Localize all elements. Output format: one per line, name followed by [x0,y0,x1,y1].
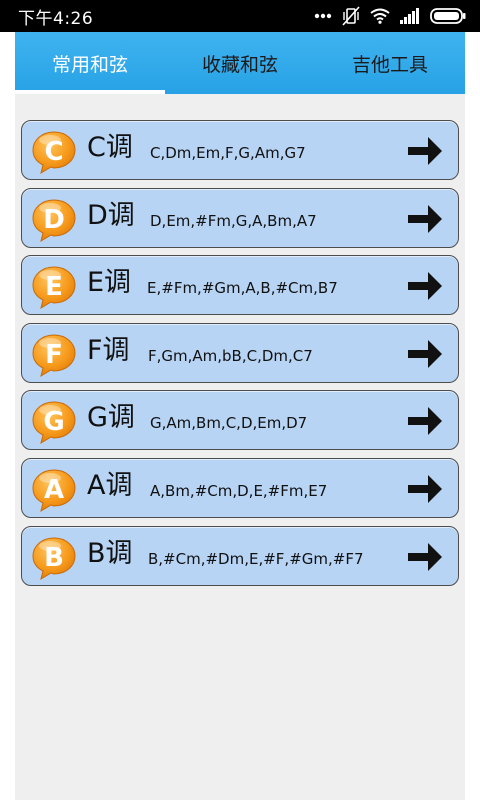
badge-letter: C [44,137,63,167]
tab-bar: 常用和弦 收藏和弦 吉他工具 [15,32,465,94]
right-arrow-icon[interactable] [406,337,444,371]
right-arrow-icon[interactable] [406,404,444,438]
key-letter-badge-icon: B [30,535,78,581]
badge-letter: D [43,205,65,235]
more-dots-icon [314,13,332,19]
key-row-d[interactable]: D D调 D,Em,#Fm,G,A,Bm,A7 [21,187,459,248]
right-arrow-icon[interactable] [406,269,444,303]
key-letter-badge-icon: F [30,332,78,378]
key-row-b[interactable]: B B调 B,#Cm,#Dm,E,#F,#Gm,#F7 [21,525,459,586]
key-letter-badge-icon: E [30,264,78,310]
badge-letter: A [44,475,64,505]
signal-icon [400,8,420,24]
badge-letter: G [43,407,64,437]
key-letter-badge-icon: C [30,129,78,175]
key-row-a[interactable]: A A调 A,Bm,#Cm,D,E,#Fm,E7 [21,458,459,518]
tab-favorite-chords[interactable]: 收藏和弦 [165,32,315,94]
key-chords: D,Em,#Fm,G,A,Bm,A7 [150,211,317,230]
key-chords: B,#Cm,#Dm,E,#F,#Gm,#F7 [148,549,364,568]
key-chords: E,#Fm,#Gm,A,B,#Cm,B7 [147,279,338,298]
badge-letter: B [44,543,64,573]
battery-icon [430,8,466,24]
key-name: E调 [87,267,132,299]
key-letter-badge-icon: A [30,467,78,513]
key-letter-badge-icon: G [30,399,78,445]
key-chords: C,Dm,Em,F,G,Am,G7 [150,144,306,162]
tab-guitar-tools[interactable]: 吉他工具 [315,32,465,94]
key-row-f[interactable]: F F调 F,Gm,Am,bB,C,Dm,C7 [21,322,459,383]
muted-vibrate-icon [342,6,360,26]
badge-letter: E [45,272,63,302]
right-arrow-icon[interactable] [406,472,444,506]
key-name: B调 [87,537,133,569]
key-chords: G,Am,Bm,C,D,Em,D7 [150,414,308,433]
key-name: C调 [87,132,133,163]
key-row-e[interactable]: E E调 E,#Fm,#Gm,A,B,#Cm,B7 [21,255,459,316]
status-bar: 下午4:26 [0,0,480,32]
key-row-c[interactable]: C C调 C,Dm,Em,F,G,Am,G7 [21,120,459,180]
right-arrow-icon[interactable] [406,540,444,574]
key-name: F调 [87,334,130,366]
right-arrow-icon[interactable] [406,134,444,168]
key-row-g[interactable]: G G调 G,Am,Bm,C,D,Em,D7 [21,390,459,451]
tab-common-chords[interactable]: 常用和弦 [15,32,165,94]
key-chords: F,Gm,Am,bB,C,Dm,C7 [148,346,313,365]
badge-letter: F [45,340,63,370]
key-name: G调 [87,402,135,434]
key-chords: A,Bm,#Cm,D,E,#Fm,E7 [150,482,328,500]
key-name: A调 [87,470,133,501]
key-letter-badge-icon: D [30,197,78,243]
status-time: 下午4:26 [18,8,94,29]
key-list: C C调 C,Dm,Em,F,G,Am,G7 D D调 D,Em,#Fm,G,A… [15,94,465,800]
right-arrow-icon[interactable] [406,202,444,236]
wifi-icon [370,8,390,24]
status-icons [314,6,466,26]
key-name: D调 [87,199,135,231]
